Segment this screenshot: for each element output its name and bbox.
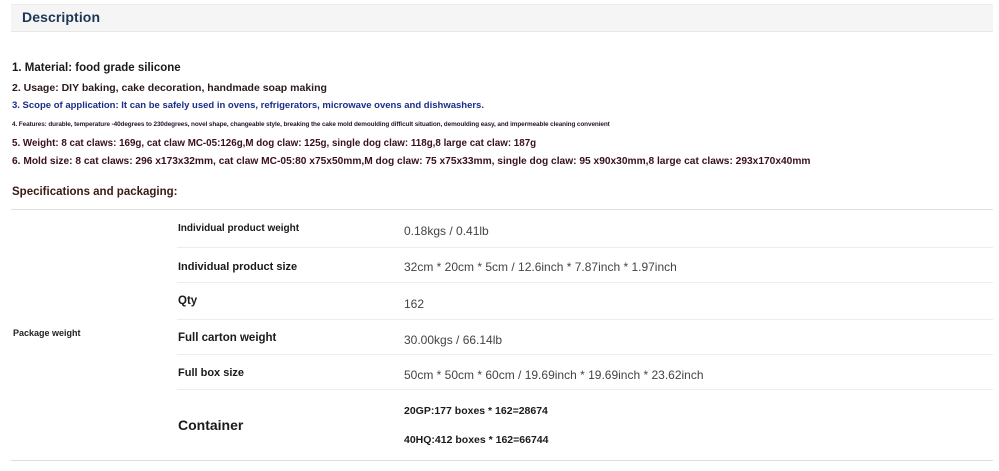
spec-label: Individual product size [178,261,298,273]
spec-table: Package weight Individual product weight… [11,209,993,461]
spec-row-qty: Qty 162 [177,282,993,320]
spec-label: Full carton weight [178,332,277,344]
description-header-bar: Description [11,4,993,32]
detail-mold-size: 6. Mold size: 8 cat claws: 296 x173x32mm… [12,156,811,167]
spec-label: Individual product weight [178,223,300,234]
spec-row-box-size: Full box size 50cm * 50cm * 60cm / 19.69… [177,354,993,390]
spec-label: Full box size [178,367,245,379]
spec-row-product-size: Individual product size 32cm * 20cm * 5c… [177,247,993,283]
spec-row-product-weight: Individual product weight 0.18kgs / 0.41… [177,210,993,247]
spec-label: Container [178,417,244,433]
spec-value: 50cm * 50cm * 60cm / 19.69inch * 19.69in… [404,368,704,382]
detail-material: 1. Material: food grade silicone [12,62,181,74]
spec-value: 162 [404,297,425,311]
spec-label: Qty [178,295,198,307]
container-20gp: 20GP:177 boxes * 162=28674 [404,405,548,417]
spec-value: 30.00kgs / 66.14lb [404,333,503,347]
spec-value: 32cm * 20cm * 5cm / 12.6inch * 7.87inch … [404,260,677,274]
detail-weight: 5. Weight: 8 cat claws: 169g, cat claw M… [12,138,537,149]
spec-value: 0.18kgs / 0.41lb [404,224,489,238]
spec-heading: Specifications and packaging: [12,186,178,198]
detail-features: 4. Features: durable, temperature -40deg… [12,121,610,128]
description-title: Description [22,9,101,25]
detail-usage: 2. Usage: DIY baking, cake decoration, h… [12,82,327,94]
spec-group-label: Package weight [13,328,81,338]
container-40hq: 40HQ:412 boxes * 162=66744 [404,434,549,446]
detail-scope: 3. Scope of application: It can be safel… [12,100,484,111]
spec-row-carton-weight: Full carton weight 30.00kgs / 66.14lb [177,319,993,355]
spec-row-container: Container 20GP:177 boxes * 162=28674 40H… [177,389,993,462]
